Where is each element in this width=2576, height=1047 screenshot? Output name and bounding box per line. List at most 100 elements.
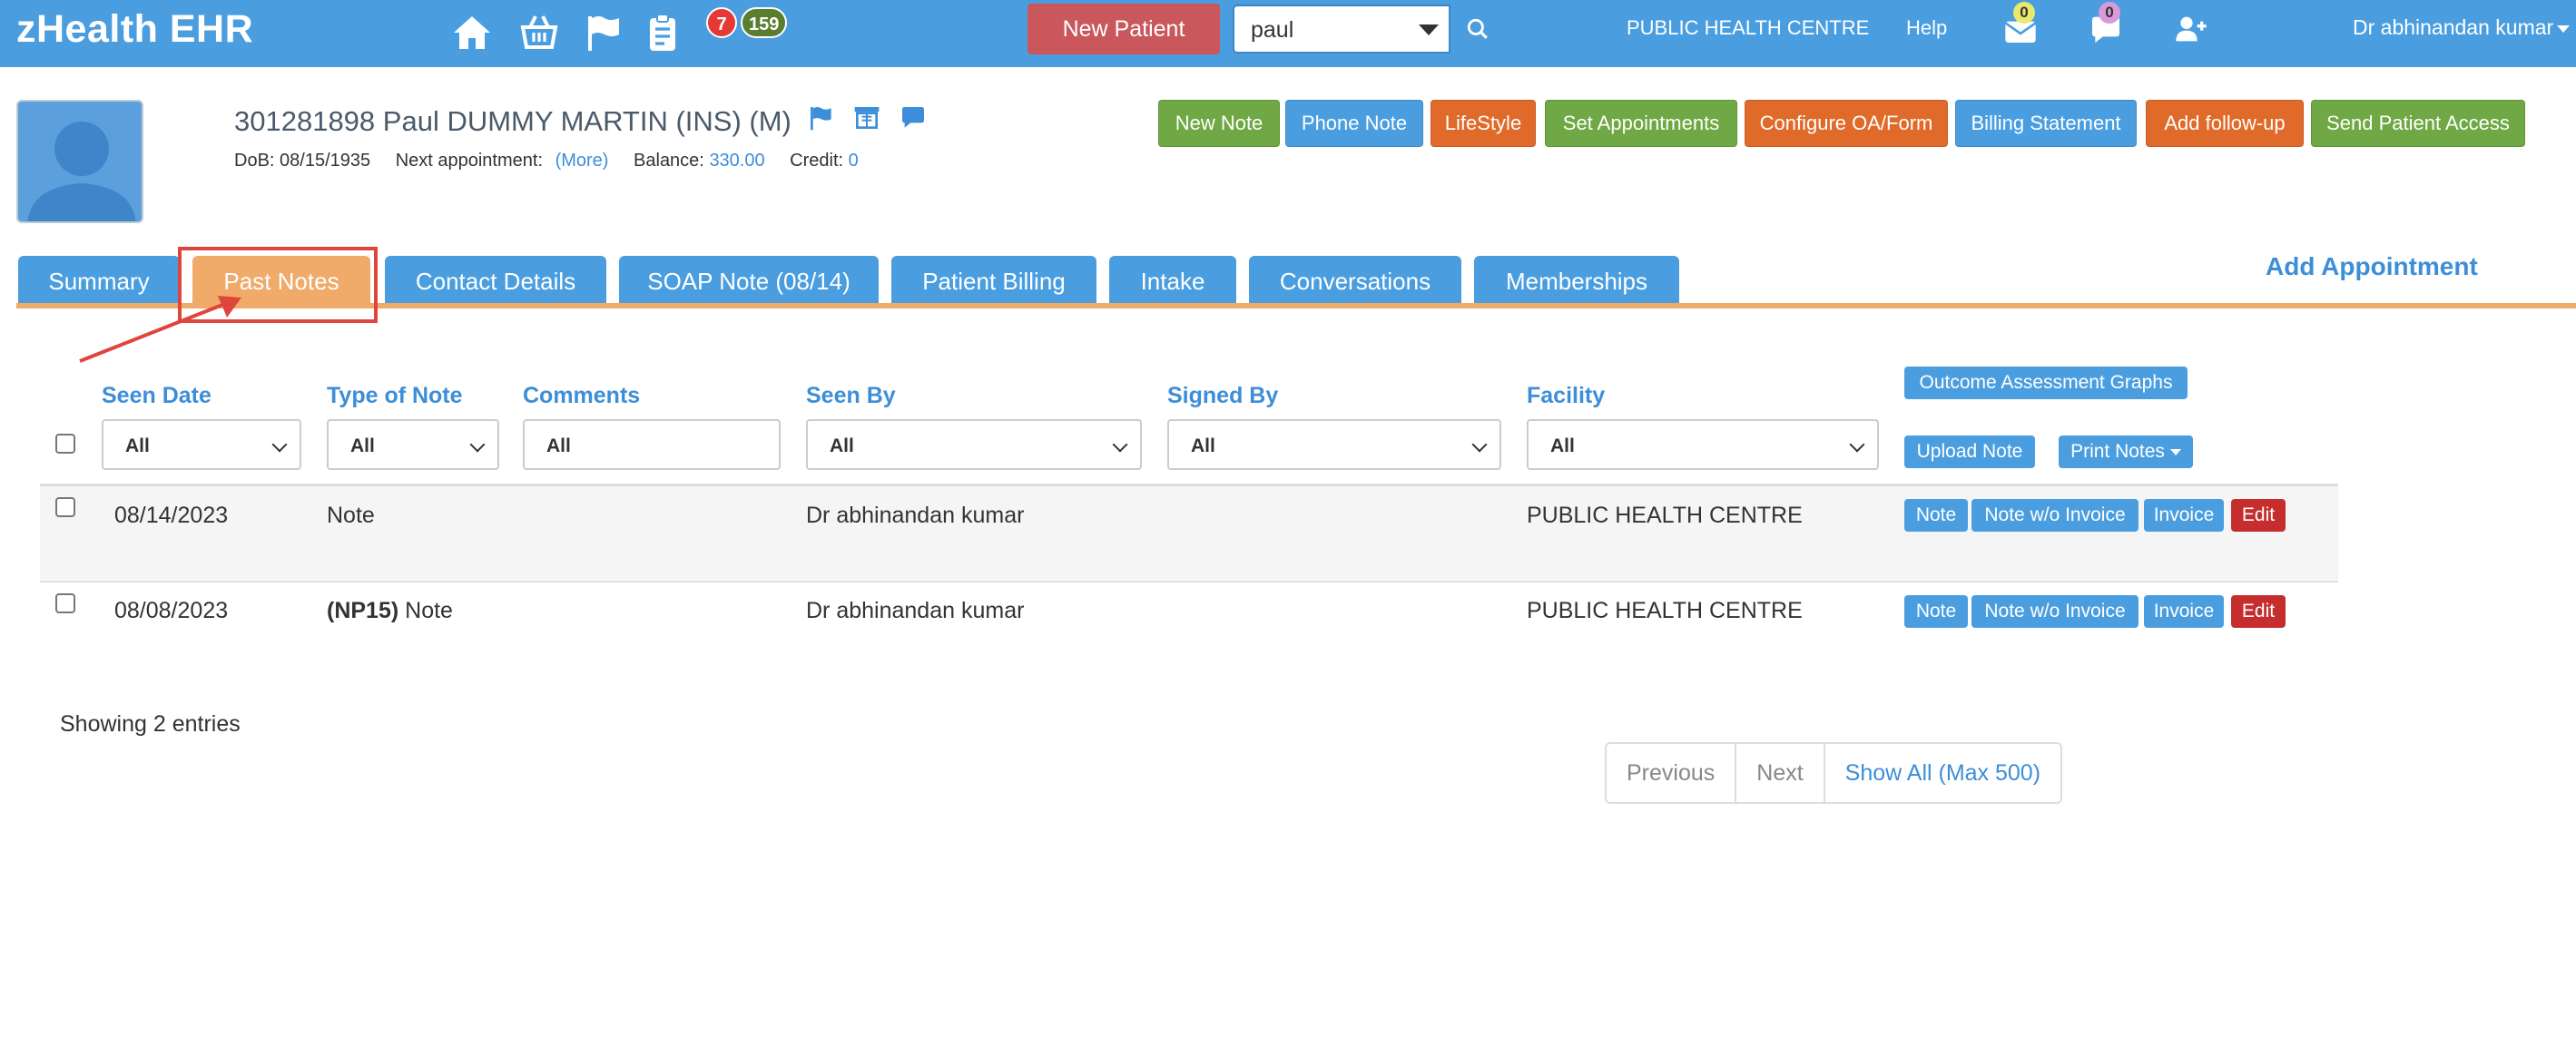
flag-icon[interactable] — [805, 103, 838, 132]
signed-by-filter[interactable]: All — [1167, 419, 1501, 470]
select-all-checkbox[interactable] — [55, 434, 75, 454]
edit-button[interactable]: Edit — [2231, 499, 2286, 532]
chevron-down-icon — [1849, 436, 1865, 453]
row-note-prefix: (NP15) — [327, 598, 399, 623]
lifestyle-button[interactable]: LifeStyle — [1431, 100, 1536, 147]
help-link[interactable]: Help — [1906, 16, 1947, 40]
balance-value[interactable]: 330.00 — [709, 151, 764, 171]
note-button[interactable]: Note — [1904, 595, 1968, 628]
note-without-invoice-button[interactable]: Note w/o Invoice — [1971, 499, 2138, 532]
table-row — [40, 484, 2338, 580]
flag-icon[interactable] — [583, 11, 626, 54]
set-appointments-button[interactable]: Set Appointments — [1545, 100, 1737, 147]
facility-filter[interactable]: All — [1527, 419, 1879, 470]
search-button[interactable] — [1449, 5, 1505, 54]
pagination: Previous Next Show All (Max 500) — [1605, 742, 2063, 804]
comments-filter-input[interactable]: All — [523, 419, 781, 470]
tasks-badge[interactable]: 159 — [741, 7, 788, 38]
column-facility[interactable]: Facility — [1527, 383, 1605, 409]
app-brand[interactable]: zHealth EHR — [16, 7, 253, 52]
tab-soap-note[interactable]: SOAP Note (08/14) — [619, 256, 879, 307]
balance-label: Balance: — [634, 151, 704, 171]
column-comments[interactable]: Comments — [523, 383, 640, 409]
row-note-type: Note — [327, 503, 375, 528]
tab-conversations[interactable]: Conversations — [1249, 256, 1461, 307]
column-type-of-note[interactable]: Type of Note — [327, 383, 463, 409]
row-seen-date: 08/14/2023 — [114, 503, 229, 528]
row-seen-by: Dr abhinandan kumar — [806, 503, 1025, 528]
tab-patient-billing[interactable]: Patient Billing — [891, 256, 1096, 307]
column-seen-date[interactable]: Seen Date — [102, 383, 211, 409]
add-appointment-link[interactable]: Add Appointment — [2266, 252, 2478, 281]
row-note-type: (NP15) Note — [327, 598, 453, 624]
top-navbar: zHealth EHR 7 159 New Patient PUBLIC HEA… — [0, 0, 2576, 67]
row-checkbox[interactable] — [55, 593, 75, 613]
new-note-button[interactable]: New Note — [1158, 100, 1280, 147]
row-facility: PUBLIC HEALTH CENTRE — [1527, 503, 1803, 528]
patient-search — [1233, 5, 1505, 54]
person-silhouette-icon — [27, 122, 136, 221]
mail-icon[interactable]: 0 — [2002, 2, 2039, 47]
invoice-button[interactable]: Invoice — [2144, 499, 2224, 532]
add-user-icon[interactable] — [2173, 11, 2209, 47]
column-seen-by[interactable]: Seen By — [806, 383, 896, 409]
note-button[interactable]: Note — [1904, 499, 1968, 532]
facility-link[interactable]: PUBLIC HEALTH CENTRE — [1627, 16, 1869, 40]
chevron-down-icon — [2169, 448, 2181, 455]
home-icon[interactable] — [450, 11, 494, 54]
chevron-down-icon — [1112, 436, 1128, 453]
next-page-button[interactable]: Next — [1736, 744, 1825, 802]
chat-count-badge: 0 — [2099, 2, 2120, 24]
type-of-note-filter-value: All — [350, 435, 375, 456]
tab-intake[interactable]: Intake — [1109, 256, 1236, 307]
chevron-down-icon — [271, 436, 288, 453]
phone-note-button[interactable]: Phone Note — [1285, 100, 1423, 147]
show-all-button[interactable]: Show All (Max 500) — [1825, 744, 2060, 802]
print-notes-label: Print Notes — [2070, 441, 2165, 462]
chat-icon[interactable]: 0 — [2088, 2, 2124, 47]
entries-count: Showing 2 entries — [60, 711, 241, 737]
upload-note-button[interactable]: Upload Note — [1904, 435, 2035, 468]
registry-icon[interactable] — [850, 103, 883, 132]
credit-value[interactable]: 0 — [849, 151, 859, 171]
edit-button[interactable]: Edit — [2231, 595, 2286, 628]
tab-contact-details[interactable]: Contact Details — [385, 256, 606, 307]
chevron-down-icon — [469, 436, 486, 453]
add-follow-up-button[interactable]: Add follow-up — [2146, 100, 2304, 147]
alerts-badge[interactable]: 7 — [706, 7, 737, 38]
seen-date-filter[interactable]: All — [102, 419, 301, 470]
mail-count-badge: 0 — [2013, 2, 2035, 24]
row-seen-date: 08/08/2023 — [114, 598, 229, 623]
new-patient-button[interactable]: New Patient — [1027, 4, 1220, 54]
user-name: Dr abhinandan kumar — [2353, 15, 2554, 39]
previous-page-button[interactable]: Previous — [1607, 744, 1737, 802]
billing-statement-button[interactable]: Billing Statement — [1955, 100, 2137, 147]
next-appointment-label: Next appointment: — [395, 151, 544, 171]
user-menu[interactable]: Dr abhinandan kumar — [2353, 15, 2571, 40]
patient-avatar — [16, 100, 143, 223]
chevron-down-icon — [2557, 24, 2571, 33]
search-icon — [1467, 18, 1488, 39]
print-notes-button[interactable]: Print Notes — [2059, 435, 2193, 468]
row-checkbox[interactable] — [55, 497, 75, 517]
annotation-arrow-icon — [79, 296, 241, 363]
note-without-invoice-button[interactable]: Note w/o Invoice — [1971, 595, 2138, 628]
column-signed-by[interactable]: Signed By — [1167, 383, 1278, 409]
seen-by-filter[interactable]: All — [806, 419, 1142, 470]
tab-underline — [16, 303, 2576, 308]
search-input[interactable] — [1251, 17, 1405, 44]
search-dropdown-caret-icon[interactable] — [1419, 24, 1439, 35]
patient-name-text: 301281898 Paul DUMMY MARTIN (INS) (M) — [234, 105, 791, 137]
seen-date-filter-value: All — [125, 435, 150, 456]
outcome-assessment-graphs-button[interactable]: Outcome Assessment Graphs — [1904, 367, 2188, 399]
basket-icon[interactable] — [517, 11, 561, 54]
clipboard-icon[interactable] — [641, 11, 684, 54]
send-patient-access-button[interactable]: Send Patient Access — [2311, 100, 2525, 147]
configure-oa-form-button[interactable]: Configure OA/Form — [1745, 100, 1948, 147]
invoice-button[interactable]: Invoice — [2144, 595, 2224, 628]
comment-icon[interactable] — [897, 103, 929, 132]
next-appointment-more-link[interactable]: (More) — [556, 151, 609, 171]
tab-memberships[interactable]: Memberships — [1474, 256, 1679, 307]
row-facility: PUBLIC HEALTH CENTRE — [1527, 598, 1803, 623]
type-of-note-filter[interactable]: All — [327, 419, 499, 470]
